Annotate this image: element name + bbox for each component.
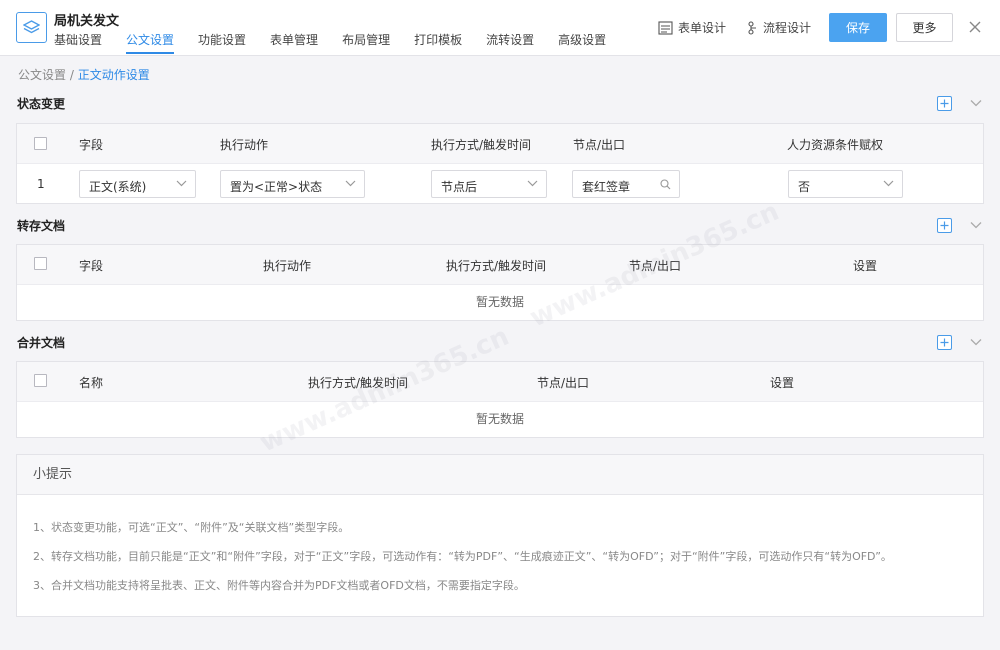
tab-print[interactable]: 打印模板 (414, 32, 462, 54)
table-row: 1 正文(系统) 置为<正常>状态 节点后 套红签章 否 (17, 164, 983, 204)
save-doc-table: 字段 执行动作 执行方式/触发时间 节点/出口 设置 暂无数据 (16, 244, 984, 321)
tips-panel: 小提示 1、状态变更功能，可选“正文”、“附件”及“关联文档”类型字段。 2、转… (16, 454, 984, 617)
save-doc-title: 转存文档 (17, 219, 66, 233)
chevron-down-icon (883, 180, 894, 187)
select-all-checkbox[interactable] (34, 374, 47, 387)
breadcrumb: 公文设置 / 正文动作设置 (18, 66, 150, 83)
tab-function[interactable]: 功能设置 (198, 32, 246, 54)
collapse-chevron-icon[interactable] (967, 95, 984, 110)
merge-doc-title: 合并文档 (17, 336, 66, 350)
add-icon[interactable] (937, 335, 952, 350)
form-design-icon (658, 20, 673, 35)
column-header: 节点/出口 (629, 259, 682, 273)
tab-document[interactable]: 公文设置 (126, 32, 175, 54)
tab-flow[interactable]: 流转设置 (486, 32, 534, 54)
select-all-checkbox[interactable] (34, 257, 47, 270)
timing-select-value: 节点后 (441, 180, 478, 194)
column-header: 执行方式/触发时间 (431, 138, 532, 152)
more-button[interactable]: 更多 (896, 13, 953, 42)
timing-select[interactable]: 节点后 (431, 170, 547, 198)
layers-icon (16, 12, 47, 43)
tip-line: 3、合并文档功能支持将呈批表、正文、附件等内容合并为PDF文档或者OFD文档，不… (33, 579, 525, 592)
tab-basic[interactable]: 基础设置 (54, 32, 102, 54)
hr-select-value: 否 (798, 180, 811, 194)
column-header: 名称 (79, 376, 104, 390)
hr-condition-select[interactable]: 否 (788, 170, 903, 198)
node-input-value: 套红签章 (582, 180, 631, 194)
column-header: 设置 (853, 259, 878, 273)
breadcrumb-current: 正文动作设置 (77, 68, 150, 82)
column-header: 执行动作 (220, 138, 269, 152)
table-header: 名称 执行方式/触发时间 节点/出口 设置 (17, 362, 983, 402)
column-header: 字段 (79, 259, 104, 273)
merge-doc-table: 名称 执行方式/触发时间 节点/出口 设置 暂无数据 (16, 361, 984, 438)
table-header: 字段 执行动作 执行方式/触发时间 节点/出口 人力资源条件赋权 (17, 124, 983, 164)
breadcrumb-parent[interactable]: 公文设置 (18, 68, 66, 82)
top-header: 局机关发文 基础设置 公文设置 功能设置 表单管理 布局管理 打印模板 流转设置… (0, 0, 1000, 56)
tab-form[interactable]: 表单管理 (270, 32, 318, 54)
field-select-value: 正文(系统) (89, 180, 147, 194)
empty-message: 暂无数据 (475, 295, 524, 309)
tab-bar: 基础设置 公文设置 功能设置 表单管理 布局管理 打印模板 流转设置 高级设置 (54, 32, 630, 54)
tips-title: 小提示 (17, 455, 983, 495)
tip-line: 2、转存文档功能，目前只能是“正文”和“附件”字段，对于“正文”字段，可选动作有… (33, 550, 892, 563)
collapse-chevron-icon[interactable] (967, 334, 984, 349)
app-title: 局机关发文 (54, 14, 120, 29)
field-select[interactable]: 正文(系统) (79, 170, 196, 198)
chevron-down-icon (345, 180, 356, 187)
add-icon[interactable] (937, 218, 952, 233)
close-icon[interactable] (967, 19, 983, 35)
chevron-down-icon (527, 180, 538, 187)
tab-advanced[interactable]: 高级设置 (558, 32, 606, 54)
flow-design-link[interactable]: 流程设计 (748, 19, 811, 36)
status-change-title: 状态变更 (17, 97, 66, 111)
column-header: 节点/出口 (537, 376, 590, 390)
tip-line: 1、状态变更功能，可选“正文”、“附件”及“关联文档”类型字段。 (33, 521, 350, 534)
select-all-checkbox[interactable] (34, 137, 47, 150)
node-search-input[interactable]: 套红签章 (572, 170, 680, 198)
breadcrumb-separator: / (66, 68, 78, 82)
form-design-link[interactable]: 表单设计 (658, 19, 726, 36)
column-header: 执行动作 (263, 259, 312, 273)
row-index: 1 (37, 177, 45, 191)
collapse-chevron-icon[interactable] (967, 217, 984, 232)
action-select[interactable]: 置为<正常>状态 (220, 170, 365, 198)
column-header: 人力资源条件赋权 (787, 138, 884, 152)
table-header: 字段 执行动作 执行方式/触发时间 节点/出口 设置 (17, 245, 983, 285)
column-header: 字段 (79, 138, 104, 152)
empty-message: 暂无数据 (475, 412, 524, 426)
action-select-value: 置为<正常>状态 (230, 180, 323, 194)
flow-design-label: 流程设计 (763, 21, 812, 35)
column-header: 设置 (770, 376, 795, 390)
chevron-down-icon (176, 180, 187, 187)
save-button[interactable]: 保存 (829, 13, 887, 42)
form-design-label: 表单设计 (678, 21, 727, 35)
column-header: 执行方式/触发时间 (308, 376, 409, 390)
column-header: 执行方式/触发时间 (446, 259, 547, 273)
search-icon[interactable] (660, 179, 671, 190)
flow-design-icon (748, 20, 756, 35)
tab-layout[interactable]: 布局管理 (342, 32, 390, 54)
status-change-table: 字段 执行动作 执行方式/触发时间 节点/出口 人力资源条件赋权 1 正文(系统… (16, 123, 984, 204)
add-icon[interactable] (937, 96, 952, 111)
column-header: 节点/出口 (573, 138, 626, 152)
